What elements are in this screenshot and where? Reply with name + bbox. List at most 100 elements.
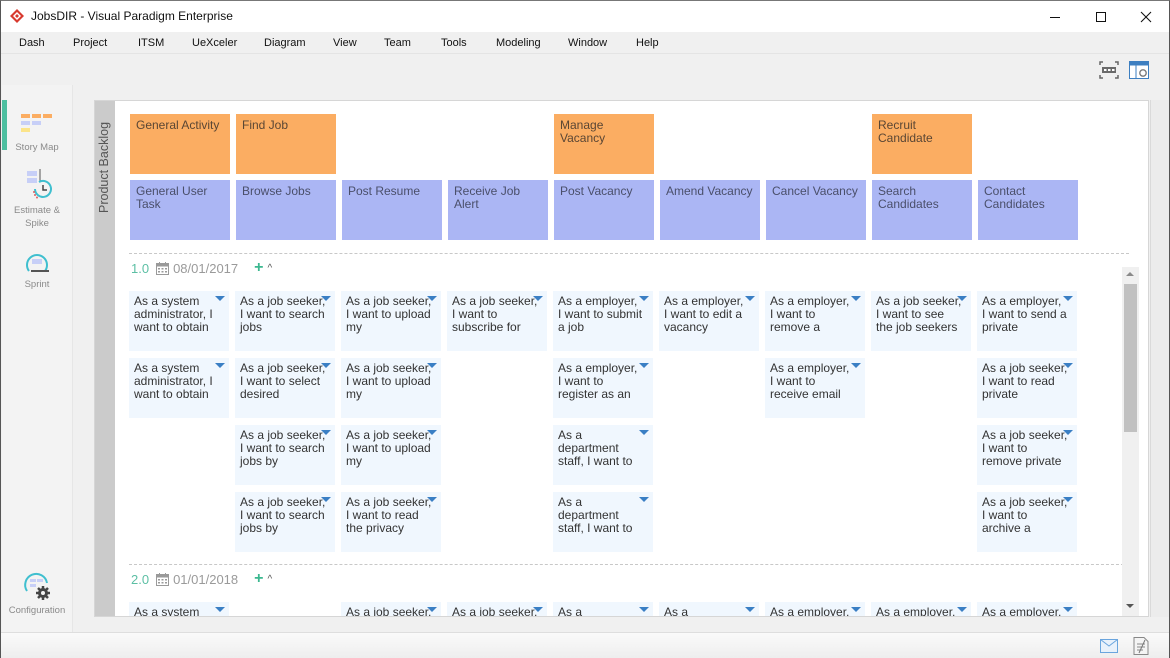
menu-help[interactable]: Help xyxy=(636,37,659,49)
story-card[interactable]: As a employer, xyxy=(765,602,865,616)
story-card[interactable]: As a job seeker, I want to search jobs b… xyxy=(235,492,335,552)
story-menu-caret-icon[interactable] xyxy=(745,607,755,612)
vertical-scrollbar[interactable] xyxy=(1122,267,1139,616)
story-menu-caret-icon[interactable] xyxy=(639,497,649,502)
story-menu-caret-icon[interactable] xyxy=(427,363,437,368)
story-menu-caret-icon[interactable] xyxy=(215,607,225,612)
maximize-button[interactable] xyxy=(1078,1,1124,32)
nav-sprint[interactable]: Sprint xyxy=(2,251,72,291)
task-card[interactable]: Browse Jobs xyxy=(236,180,336,240)
story-menu-caret-icon[interactable] xyxy=(1063,363,1073,368)
diagram-settings-icon[interactable] xyxy=(1128,60,1150,80)
story-menu-caret-icon[interactable] xyxy=(851,296,861,301)
task-card[interactable]: General User Task xyxy=(130,180,230,240)
story-card[interactable]: As a job seeker, I want to upload my xyxy=(341,425,441,485)
story-menu-caret-icon[interactable] xyxy=(215,296,225,301)
scroll-down-arrow[interactable] xyxy=(1126,604,1134,608)
collapse-release-button[interactable]: ^ xyxy=(268,574,273,585)
nav-estimate-spike[interactable]: Estimate & Spike xyxy=(2,169,72,230)
story-menu-caret-icon[interactable] xyxy=(1063,430,1073,435)
story-menu-caret-icon[interactable] xyxy=(851,607,861,612)
story-card[interactable]: As a job seeker, I want to archive a xyxy=(977,492,1077,552)
story-menu-caret-icon[interactable] xyxy=(745,296,755,301)
calendar-icon[interactable] xyxy=(156,572,170,586)
story-menu-caret-icon[interactable] xyxy=(639,430,649,435)
story-card[interactable]: As a employer, I want to remove a xyxy=(765,291,865,351)
story-card[interactable]: As a job seeker, I want to read private xyxy=(977,358,1077,418)
story-menu-caret-icon[interactable] xyxy=(639,296,649,301)
task-card[interactable]: Post Vacancy xyxy=(554,180,654,240)
story-card[interactable]: As a department staff, I want to xyxy=(553,425,653,485)
menu-project[interactable]: Project xyxy=(73,37,107,49)
close-button[interactable] xyxy=(1123,1,1169,32)
product-backlog-tab[interactable]: Product Backlog xyxy=(95,101,115,616)
minimize-button[interactable] xyxy=(1032,1,1078,32)
story-menu-caret-icon[interactable] xyxy=(1063,607,1073,612)
story-menu-caret-icon[interactable] xyxy=(427,296,437,301)
story-menu-caret-icon[interactable] xyxy=(427,430,437,435)
scroll-up-arrow[interactable] xyxy=(1126,272,1134,276)
activity-card[interactable]: Recruit Candidate xyxy=(872,114,972,174)
story-menu-caret-icon[interactable] xyxy=(1063,497,1073,502)
collapse-release-button[interactable]: ^ xyxy=(268,263,273,274)
story-menu-caret-icon[interactable] xyxy=(321,363,331,368)
task-card[interactable]: Contact Candidates xyxy=(978,180,1078,240)
story-card[interactable]: As a employer, I want to submit a job xyxy=(553,291,653,351)
task-card[interactable]: Post Resume xyxy=(342,180,442,240)
story-card[interactable]: As a job seeker, I want to search jobs b… xyxy=(235,425,335,485)
story-card[interactable]: As a department staff, I want to xyxy=(553,492,653,552)
story-card[interactable]: As a employer, I want to receive email xyxy=(765,358,865,418)
activity-card[interactable]: Manage Vacancy xyxy=(554,114,654,174)
menu-uexceler[interactable]: UeXceler xyxy=(192,37,237,49)
nav-story-map[interactable]: Story Map xyxy=(2,114,72,154)
task-card[interactable]: Amend Vacancy xyxy=(660,180,760,240)
menu-team[interactable]: Team xyxy=(384,37,411,49)
story-menu-caret-icon[interactable] xyxy=(533,607,543,612)
story-menu-caret-icon[interactable] xyxy=(957,296,967,301)
story-menu-caret-icon[interactable] xyxy=(215,363,225,368)
task-card[interactable]: Cancel Vacancy xyxy=(766,180,866,240)
story-menu-caret-icon[interactable] xyxy=(321,430,331,435)
scroll-thumb[interactable] xyxy=(1124,284,1137,432)
story-card[interactable]: As a system administrator, I want to obt… xyxy=(129,291,229,351)
menu-modeling[interactable]: Modeling xyxy=(496,37,541,49)
story-card[interactable]: As a employer, I want to register as an xyxy=(553,358,653,418)
add-story-button[interactable]: + xyxy=(254,571,263,587)
story-menu-caret-icon[interactable] xyxy=(321,296,331,301)
release-date[interactable]: 08/01/2017 xyxy=(173,261,238,276)
activity-card[interactable]: General Activity xyxy=(130,114,230,174)
story-menu-caret-icon[interactable] xyxy=(639,607,649,612)
release-number[interactable]: 2.0 xyxy=(131,572,149,587)
story-card[interactable]: As a job seeker, I want to remove privat… xyxy=(977,425,1077,485)
story-menu-caret-icon[interactable] xyxy=(957,607,967,612)
calendar-icon[interactable] xyxy=(156,261,170,275)
menu-diagram[interactable]: Diagram xyxy=(264,37,306,49)
story-card[interactable]: As a xyxy=(659,602,759,616)
menu-tools[interactable]: Tools xyxy=(441,37,467,49)
add-story-button[interactable]: + xyxy=(254,260,263,276)
release-number[interactable]: 1.0 xyxy=(131,261,149,276)
story-card[interactable]: As a job seeker, I want to search jobs xyxy=(235,291,335,351)
story-menu-caret-icon[interactable] xyxy=(533,296,543,301)
release-date[interactable]: 01/01/2018 xyxy=(173,572,238,587)
activity-card[interactable]: Find Job xyxy=(236,114,336,174)
task-card[interactable]: Receive Job Alert xyxy=(448,180,548,240)
story-menu-caret-icon[interactable] xyxy=(639,363,649,368)
menu-window[interactable]: Window xyxy=(568,37,607,49)
story-menu-caret-icon[interactable] xyxy=(427,497,437,502)
story-card[interactable]: As a job seeker, I want to subscribe for xyxy=(447,291,547,351)
story-card[interactable]: As a employer, xyxy=(977,602,1077,616)
story-card[interactable]: As a xyxy=(553,602,653,616)
task-card[interactable]: Search Candidates xyxy=(872,180,972,240)
story-card[interactable]: As a system administrator, I want to obt… xyxy=(129,358,229,418)
story-card[interactable]: As a system xyxy=(129,602,229,616)
mail-icon[interactable] xyxy=(1100,639,1118,653)
story-card[interactable]: As a employer, I want to send a private xyxy=(977,291,1077,351)
menu-itsm[interactable]: ITSM xyxy=(138,37,164,49)
story-card[interactable]: As a employer, I want to edit a vacancy xyxy=(659,291,759,351)
story-menu-caret-icon[interactable] xyxy=(321,497,331,502)
story-card[interactable]: As a employer, xyxy=(871,602,971,616)
story-card[interactable]: As a job seeker, I want to select desire… xyxy=(235,358,335,418)
document-icon[interactable] xyxy=(1133,637,1149,655)
menu-dash[interactable]: Dash xyxy=(19,37,45,49)
